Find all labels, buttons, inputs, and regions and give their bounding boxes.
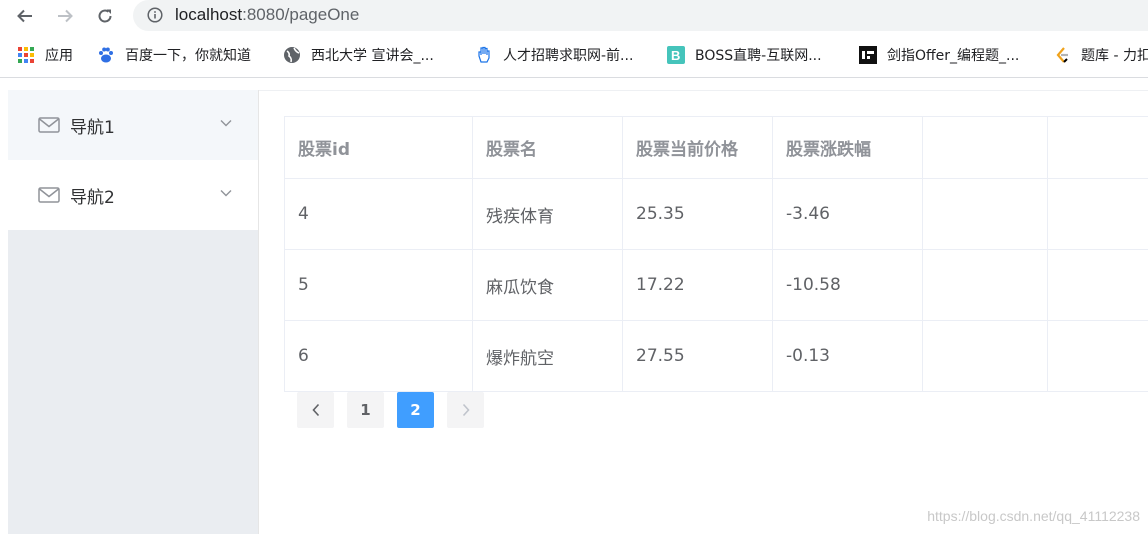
page-1-button[interactable]: 1 [347, 392, 384, 428]
cell-extra [923, 179, 1048, 249]
chevron-down-icon [220, 190, 232, 197]
info-icon[interactable] [147, 7, 163, 23]
chevron-down-icon [220, 120, 232, 127]
mail-icon [38, 187, 60, 203]
bookmark-label: 人才招聘求职网-前... [503, 48, 634, 64]
cell-id: 6 [285, 321, 473, 391]
bookmark-baidu[interactable]: 百度一下，你就知道 [97, 40, 251, 70]
url-host: localhost [175, 5, 243, 24]
hand-icon [475, 46, 493, 64]
column-header-price: 股票当前价格 [623, 117, 773, 178]
apps-grid-icon [17, 46, 35, 64]
cell-extra [923, 321, 1048, 391]
bookmark-leetcode[interactable]: 题库 - 力扣 [1053, 40, 1148, 70]
leetcode-icon [1053, 46, 1071, 64]
reload-icon [98, 9, 112, 23]
cell-change: -0.13 [773, 321, 923, 391]
browser-toolbar: localhost:8080/pageOne [0, 0, 1148, 32]
nowcoder-icon [859, 46, 877, 64]
forward-button[interactable] [53, 4, 77, 28]
table-row: 5 麻瓜饮食 17.22 -10.58 [285, 250, 1148, 321]
chevron-right-icon [462, 403, 470, 417]
bookmark-label: 剑指Offer_编程题_... [887, 48, 1020, 64]
bookmark-label: 百度一下，你就知道 [125, 48, 251, 64]
column-header-change: 股票涨跌幅 [773, 117, 923, 178]
sidebar-item-label: 导航1 [70, 117, 115, 138]
cell-price: 17.22 [623, 250, 773, 320]
table-row: 4 残疾体育 25.35 -3.46 [285, 179, 1148, 250]
chrome-divider [0, 77, 1148, 78]
sidebar-item-label: 导航2 [70, 187, 115, 208]
table-header-row: 股票id 股票名 股票当前价格 股票涨跌幅 [285, 117, 1148, 179]
bookmark-boss[interactable]: B BOSS直聘-互联网... [667, 40, 822, 70]
prev-page-button[interactable] [297, 392, 334, 428]
bookmark-label: BOSS直聘-互联网... [695, 48, 822, 64]
bookmark-label: 题库 - 力扣 [1081, 48, 1148, 64]
cell-change: -10.58 [773, 250, 923, 320]
url-path: :8080/pageOne [242, 5, 360, 24]
cell-extra [923, 250, 1048, 320]
table-row: 6 爆炸航空 27.55 -0.13 [285, 321, 1148, 392]
bookmark-label: 应用 [45, 48, 73, 64]
svg-text:B: B [671, 48, 680, 63]
globe-icon [283, 46, 301, 64]
address-bar[interactable]: localhost:8080/pageOne [133, 0, 1148, 31]
cell-name: 残疾体育 [473, 179, 623, 249]
cell-name: 爆炸航空 [473, 321, 623, 391]
sidebar-item-nav1[interactable]: 导航1 [8, 90, 258, 160]
url-text[interactable]: localhost:8080/pageOne [175, 5, 359, 25]
bookmarks-bar: 应用 百度一下，你就知道 西北大学 宣讲会_... 人才招聘求职网-前... B… [0, 40, 1148, 70]
column-header-name: 股票名 [473, 117, 623, 178]
page-2-button[interactable]: 2 [397, 392, 434, 428]
back-button[interactable] [13, 4, 37, 28]
baidu-paw-icon [97, 46, 115, 64]
next-page-button[interactable] [447, 392, 484, 428]
cell-change: -3.46 [773, 179, 923, 249]
chevron-left-icon [311, 403, 319, 417]
main-content: 股票id 股票名 股票当前价格 股票涨跌幅 4 残疾体育 25.35 -3.46… [259, 90, 1148, 535]
forward-arrow-icon [58, 9, 73, 23]
cell-name: 麻瓜饮食 [473, 250, 623, 320]
stock-table: 股票id 股票名 股票当前价格 股票涨跌幅 4 残疾体育 25.35 -3.46… [284, 116, 1148, 392]
bookmark-nowcoder[interactable]: 剑指Offer_编程题_... [859, 40, 1019, 70]
back-arrow-icon [17, 9, 32, 23]
sidebar-item-nav2[interactable]: 导航2 [8, 160, 258, 230]
column-header-extra [923, 117, 1048, 178]
bookmark-apps[interactable]: 应用 [17, 40, 73, 70]
cell-price: 25.35 [623, 179, 773, 249]
column-header-id: 股票id [285, 117, 473, 178]
reload-button[interactable] [93, 4, 117, 28]
cell-price: 27.55 [623, 321, 773, 391]
bookmark-label: 西北大学 宣讲会_... [311, 48, 434, 64]
cell-id: 4 [285, 179, 473, 249]
bookmark-nwu[interactable]: 西北大学 宣讲会_... [283, 40, 434, 70]
mail-icon [38, 117, 60, 133]
cell-id: 5 [285, 250, 473, 320]
boss-b-icon: B [667, 46, 685, 64]
sidebar: 导航1 导航2 [8, 90, 259, 534]
bookmark-zhaopin[interactable]: 人才招聘求职网-前... [475, 40, 633, 70]
watermark: https://blog.csdn.net/qq_41112238 [927, 508, 1140, 524]
